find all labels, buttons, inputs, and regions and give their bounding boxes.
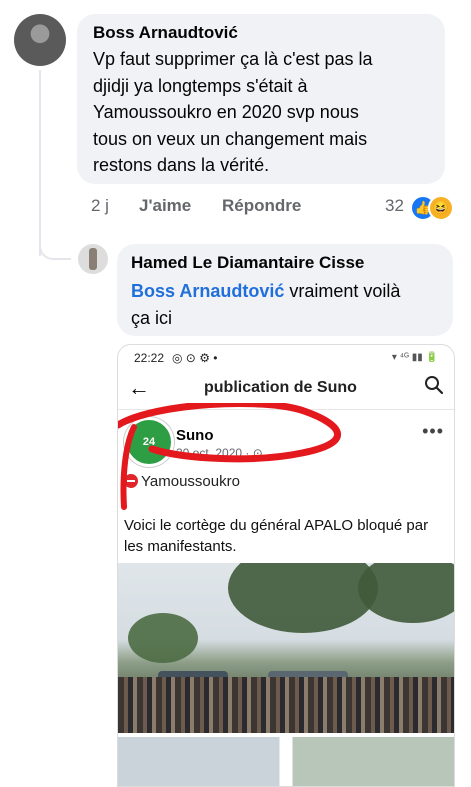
tree-canopy	[228, 563, 378, 633]
status-time: 22:22	[134, 351, 165, 365]
tree-canopy	[358, 563, 454, 623]
commenter-avatar[interactable]	[14, 14, 66, 66]
like-button[interactable]: J'aime	[139, 196, 191, 216]
comment-text: Vp faut supprimer ça là c'est pas la dji…	[93, 46, 438, 179]
post-photo-secondary	[118, 737, 454, 786]
comment-line: tous on veux un changement mais	[93, 128, 368, 149]
reply-avatar[interactable]	[78, 244, 108, 274]
crowd	[118, 677, 454, 733]
reply-text-line2: ça ici	[131, 308, 173, 328]
post-text: Voici le cortège du général APALO bloqué…	[124, 517, 429, 555]
tree-canopy	[128, 613, 198, 663]
search-icon	[425, 376, 444, 395]
red-circle-annotation	[118, 403, 341, 510]
comment-line: Vp faut supprimer ça là c'est pas la	[93, 49, 373, 69]
mention-link[interactable]: Boss Arnaudtović	[131, 281, 284, 301]
reply-text: Boss Arnaudtović vraiment voilà ça ici	[131, 278, 441, 332]
divider	[118, 409, 454, 410]
status-icons-left: ◎ ⊙ ⚙ •	[172, 351, 218, 365]
screenshot-title: publication de Suno	[204, 379, 357, 396]
status-icons-right: ▾ ⁴ᴳ ▮▮ 🔋	[391, 352, 438, 363]
comment-timestamp[interactable]: 2 j	[91, 196, 109, 216]
reply-button[interactable]: Répondre	[222, 196, 301, 216]
comment-line: Yamoussoukro en 2020 svp nous	[93, 102, 359, 122]
location-text: Yamoussoukro	[141, 473, 240, 490]
no-entry-icon	[124, 474, 138, 488]
post-photo	[118, 563, 454, 733]
thread-line	[39, 70, 41, 256]
page-logo: 24	[124, 417, 174, 467]
attached-screenshot[interactable]: 22:22 ◎ ⊙ ⚙ • ▾ ⁴ᴳ ▮▮ 🔋 ← publication de…	[117, 344, 455, 787]
reply-text-part: vraiment voilà	[284, 281, 401, 301]
post-location: Yamoussoukro	[124, 473, 240, 490]
more-options-icon: •••	[422, 421, 444, 441]
reply-author[interactable]: Hamed Le Diamantaire Cisse	[131, 253, 364, 273]
back-arrow-icon: ←	[128, 375, 150, 400]
comment-line: djidji ya longtemps s'était à	[93, 75, 308, 96]
reaction-count[interactable]: 32	[385, 196, 404, 216]
post-date: 30 oct. 2020 · ⊙	[176, 446, 263, 460]
page-name: Suno	[176, 427, 214, 444]
haha-icon: 😆	[428, 195, 454, 221]
comment-line: restons dans la vérité.	[93, 155, 270, 175]
comment-author[interactable]: Boss Arnaudtović	[93, 23, 238, 43]
thread-connector	[39, 230, 71, 260]
